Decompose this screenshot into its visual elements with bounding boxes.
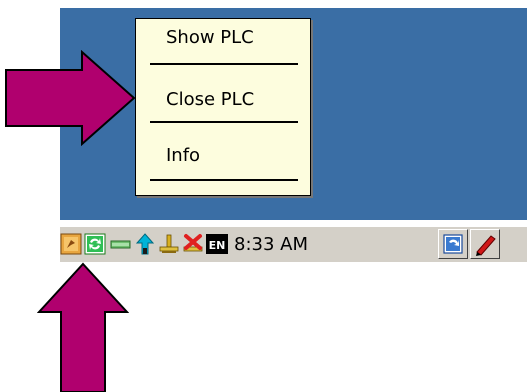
pen-button[interactable] <box>470 229 500 259</box>
pen-icon <box>476 235 496 256</box>
menu-separator <box>150 121 298 123</box>
battery-icon[interactable] <box>110 233 132 255</box>
annotation-arrow-up-icon <box>37 262 129 392</box>
input-language-label: EN <box>209 239 226 252</box>
tray-context-menu: Show PLC Close PLC Info <box>135 18 311 196</box>
screen: Show PLC Close PLC Info EN 8:33 AM <box>0 0 527 392</box>
menu-item-show-plc[interactable]: Show PLC <box>166 27 254 48</box>
usb-connection-icon[interactable] <box>158 233 180 255</box>
usb-disconnected-icon[interactable] <box>182 233 204 255</box>
sync-icon[interactable] <box>84 233 106 255</box>
plc-runtime-icon[interactable] <box>60 233 82 255</box>
desktop-switch-icon <box>443 234 463 254</box>
menu-item-info[interactable]: Info <box>166 145 200 166</box>
network-up-arrow-icon[interactable] <box>134 233 156 255</box>
annotation-arrow-right-icon <box>5 50 136 146</box>
input-language-indicator[interactable]: EN <box>206 233 228 255</box>
menu-separator <box>150 179 298 181</box>
desktop-switch-button[interactable] <box>438 229 468 259</box>
system-tray: EN 8:33 AM <box>60 229 436 259</box>
menu-separator <box>150 63 298 65</box>
menu-item-close-plc[interactable]: Close PLC <box>166 89 254 110</box>
taskbar-clock[interactable]: 8:33 AM <box>234 234 308 255</box>
taskbar: EN 8:33 AM <box>60 226 527 262</box>
